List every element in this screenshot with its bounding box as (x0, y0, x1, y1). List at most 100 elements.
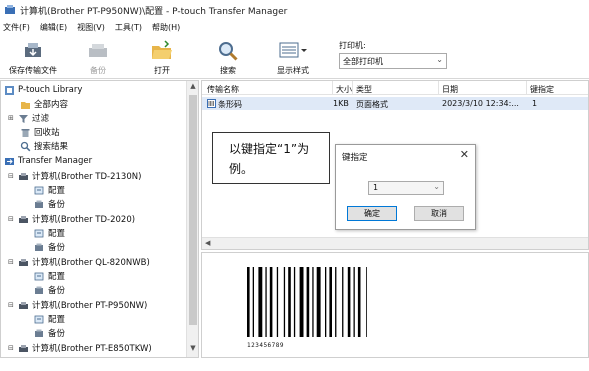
close-icon[interactable]: ✕ (460, 148, 469, 161)
open-button[interactable]: 打开 (146, 35, 178, 79)
tree-item-backup[interactable]: 备份 (34, 326, 65, 340)
tree-item-transfer-manager[interactable]: Transfer Manager (4, 154, 92, 168)
barcode-bar (306, 267, 310, 337)
column-header-date[interactable]: 日期 (442, 84, 458, 95)
printer-select[interactable]: 全部打印机 ⌄ (339, 53, 447, 69)
barcode-bar (312, 267, 314, 337)
tree-item-label: 全部内容 (34, 100, 69, 110)
chevron-down-icon: ⌄ (433, 182, 440, 191)
tree-item-label: 配置 (48, 315, 66, 325)
search-button[interactable]: 搜索 (212, 35, 244, 79)
column-header-name[interactable]: 传输名称 (207, 84, 239, 95)
file-list-hscrollbar[interactable]: ◀ (202, 237, 588, 249)
key-select[interactable]: 1 ⌄ (368, 181, 444, 195)
tree-item-label: 备份 (48, 329, 66, 339)
barcode-bar (288, 267, 291, 337)
barcode-bar (353, 267, 355, 337)
tree-item-printer-td2130n[interactable]: ⊟ 计算机(Brother TD-2130N) (8, 169, 141, 183)
barcode-bar (258, 267, 263, 337)
tree-item-search-results[interactable]: 搜索结果 (20, 139, 68, 153)
annotation-line-1: 以键指定“1”为 (229, 142, 310, 156)
printer-icon (19, 215, 28, 223)
barcode-image (247, 267, 368, 337)
label-file-icon (207, 99, 216, 108)
tree-item-label: 计算机(Brother TD-2020) (32, 215, 136, 225)
tree-item-printer-ql820nwb[interactable]: ⊟ 计算机(Brother QL-820NWB) (8, 255, 150, 269)
printer-icon (19, 301, 28, 309)
barcode-preview: 123456789 (247, 267, 368, 349)
tree-item-ptouch-library[interactable]: P-touch Library (4, 83, 82, 97)
view-style-icon (279, 42, 307, 58)
menu-edit[interactable]: 编辑(E) (40, 22, 67, 33)
barcode-bar (342, 267, 344, 337)
tree-item-label: 搜索结果 (34, 142, 69, 152)
view-style-button[interactable]: 显示样式 (270, 35, 316, 79)
save-transfer-label: 保存传输文件 (9, 66, 57, 75)
scroll-left-icon[interactable]: ◀ (205, 239, 210, 247)
tree-item-label: 过滤 (32, 114, 50, 124)
collapse-icon[interactable]: ⊟ (8, 258, 16, 266)
scrollbar-thumb[interactable] (189, 95, 197, 325)
cell-date: 2023/3/10 12:34:... (442, 99, 519, 108)
menu-help[interactable]: 帮助(H) (152, 22, 180, 33)
config-icon (34, 229, 44, 237)
collapse-icon[interactable]: ⊟ (8, 215, 16, 223)
printer-icon (19, 172, 28, 180)
tree-item-backup[interactable]: 备份 (34, 283, 65, 297)
tree-item-config[interactable]: 配置 (34, 269, 65, 283)
tree-item-label: 备份 (48, 243, 66, 253)
tree-item-config[interactable]: 配置 (34, 183, 65, 197)
tree-item-backup[interactable]: 备份 (34, 240, 65, 254)
tree-item-filter[interactable]: ⊞ 过滤 (8, 111, 49, 125)
barcode-bar (265, 267, 267, 337)
barcode-bar (252, 267, 254, 337)
menu-tools[interactable]: 工具(T) (115, 22, 142, 33)
column-header-key[interactable]: 键指定 (530, 84, 554, 95)
menu-file[interactable]: 文件(F) (3, 22, 30, 33)
column-header-type[interactable]: 类型 (356, 84, 372, 95)
open-label: 打开 (154, 66, 170, 75)
column-header-size[interactable]: 大小 (336, 84, 352, 95)
barcode-bar (325, 267, 327, 337)
barcode-bar (335, 267, 337, 337)
barcode-bar (329, 267, 332, 337)
tree-scrollbar[interactable]: ▲ ▼ (186, 81, 198, 357)
backup-label: 备份 (90, 66, 106, 75)
search-icon (20, 141, 31, 151)
preview-pane: 123456789 (201, 252, 589, 358)
config-icon (34, 272, 44, 280)
save-transfer-button[interactable]: 保存传输文件 (4, 35, 62, 79)
tree-item-printer-pte850tkw[interactable]: ⊟ 计算机(Brother PT-E850TKW) (8, 341, 152, 355)
annotation-line-2: 例。 (229, 162, 254, 176)
tree-item-printer-ptp950nw[interactable]: ⊟ 计算机(Brother PT-P950NW) (8, 298, 147, 312)
view-style-label: 显示样式 (277, 66, 309, 75)
printer-icon (19, 344, 28, 352)
tree-item-backup[interactable]: 备份 (34, 197, 65, 211)
menu-bar: 文件(F) 编辑(E) 视图(V) 工具(T) 帮助(H) (0, 20, 589, 34)
cancel-button[interactable]: 取消 (414, 206, 464, 221)
backup-button[interactable]: 备份 (82, 35, 114, 79)
printer-icon (19, 258, 28, 266)
tree-item-recycle-bin[interactable]: 回收站 (20, 125, 60, 139)
dialog-title: 键指定 (342, 153, 368, 163)
tree-item-label: 配置 (48, 186, 66, 196)
printer-select-value: 全部打印机 (343, 57, 383, 66)
collapse-icon[interactable]: ⊟ (8, 301, 16, 309)
tree-item-label: 配置 (48, 229, 66, 239)
table-row[interactable]: 条形码 1KB 页面格式 2023/3/10 12:34:... 1 (202, 97, 588, 110)
open-folder-icon (152, 40, 172, 59)
cell-size: 1KB (333, 99, 349, 108)
expand-icon[interactable]: ⊞ (8, 114, 16, 122)
collapse-icon[interactable]: ⊟ (8, 344, 16, 352)
scroll-up-icon[interactable]: ▲ (187, 82, 198, 94)
tree-item-config[interactable]: 配置 (34, 312, 65, 326)
collapse-icon[interactable]: ⊟ (8, 172, 16, 180)
tree-item-label: Transfer Manager (18, 156, 93, 166)
barcode-bar (299, 267, 304, 337)
tree-item-config[interactable]: 配置 (34, 226, 65, 240)
ok-button[interactable]: 确定 (347, 206, 397, 221)
tree-item-printer-td2020[interactable]: ⊟ 计算机(Brother TD-2020) (8, 212, 135, 226)
menu-view[interactable]: 视图(V) (77, 22, 105, 33)
scroll-down-icon[interactable]: ▼ (187, 344, 198, 356)
tree-item-all-contents[interactable]: 全部内容 (20, 97, 68, 111)
